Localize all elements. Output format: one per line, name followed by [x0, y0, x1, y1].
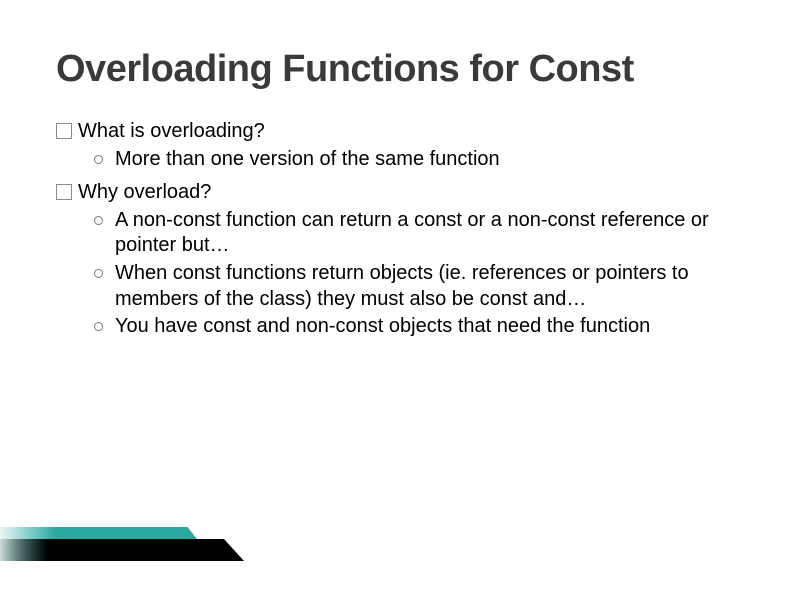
- bullet-text: Why overload?: [78, 180, 211, 206]
- sub-list-2: A non-const function can return a const …: [94, 208, 738, 340]
- ring-bullet-icon: [94, 216, 103, 225]
- sub-item-text: When const functions return objects (ie.…: [115, 261, 715, 312]
- sub-item-text: More than one version of the same functi…: [115, 147, 500, 173]
- slide-content: What is overloading? More than one versi…: [56, 119, 738, 340]
- bullet-what-is-overloading: What is overloading?: [56, 119, 738, 145]
- slide-title: Overloading Functions for Const: [56, 48, 738, 91]
- square-bullet-icon: [56, 184, 72, 200]
- ring-bullet-icon: [94, 269, 103, 278]
- sub-item: A non-const function can return a const …: [94, 208, 738, 259]
- sub-item: You have const and non-const objects tha…: [94, 314, 738, 340]
- corner-decoration: [0, 517, 254, 561]
- sub-list-1: More than one version of the same functi…: [94, 147, 738, 173]
- sub-item-text: A non-const function can return a const …: [115, 208, 715, 259]
- bullet-text: What is overloading?: [78, 119, 265, 145]
- black-shape-icon: [0, 539, 244, 561]
- slide: Overloading Functions for Const What is …: [0, 0, 794, 595]
- sub-item: More than one version of the same functi…: [94, 147, 738, 173]
- ring-bullet-icon: [94, 155, 103, 164]
- sub-item: When const functions return objects (ie.…: [94, 261, 738, 312]
- bullet-why-overload: Why overload?: [56, 180, 738, 206]
- ring-bullet-icon: [94, 322, 103, 331]
- square-bullet-icon: [56, 123, 72, 139]
- sub-item-text: You have const and non-const objects tha…: [115, 314, 650, 340]
